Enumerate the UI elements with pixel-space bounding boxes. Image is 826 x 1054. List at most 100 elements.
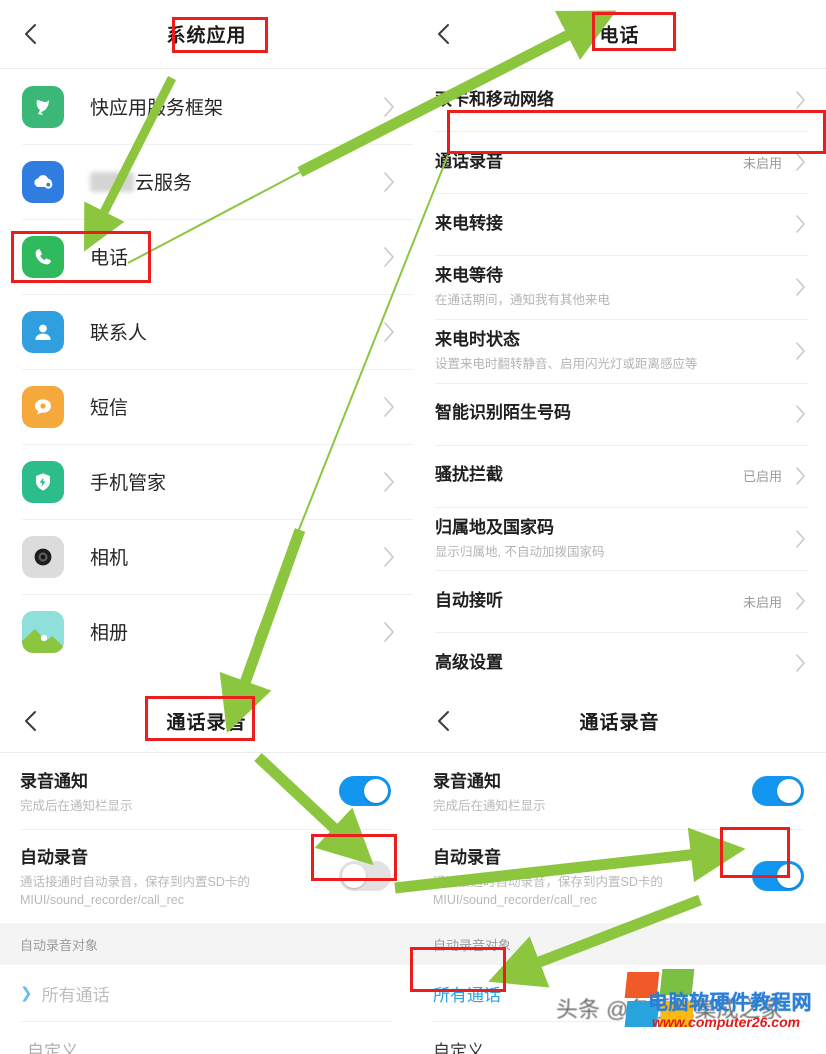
list-item[interactable]: 短信 [0, 369, 413, 444]
list-item[interactable]: 快应用服务框架 [0, 69, 413, 144]
option-all-calls[interactable]: ❯ 所有通话 [0, 965, 413, 1021]
toggle-row-auto-record[interactable]: 自动录音 通话接通时自动录音，保存到内置SD卡的MIUI/sound_recor… [0, 829, 413, 923]
option-custom[interactable]: 自定义 [0, 1021, 413, 1054]
navbar-call-recording-after: 通话录音 [413, 690, 826, 752]
chevron-right-icon [794, 214, 808, 234]
phone-settings-list: 双卡和移动网络 通话录音 未启用 来电转接 来电等待 在通话期间，通知我有其他来… [413, 69, 826, 690]
contacts-icon [22, 310, 64, 353]
list-item-label: 相机 [90, 548, 129, 569]
list-item-label: 相册 [90, 623, 129, 644]
page-title: 通话录音 [166, 712, 247, 734]
option-label: 所有通话 [433, 985, 501, 1005]
record-notification-switch[interactable] [339, 776, 391, 807]
setting-row-call-recording[interactable]: 通话录音 未启用 [413, 131, 826, 193]
setting-title: 来电转接 [435, 213, 503, 233]
list-item-phone[interactable]: 电话 [0, 219, 413, 294]
list-item-label: 短信 [90, 398, 129, 419]
setting-title: 骚扰拦截 [435, 465, 503, 485]
setting-title: 来电等待 [435, 266, 503, 285]
chevron-right-icon: ❯ [20, 985, 33, 1003]
switch-knob [777, 779, 801, 804]
setting-row[interactable]: 双卡和移动网络 [413, 69, 826, 131]
chevron-right-icon [382, 396, 397, 418]
setting-value: 已启用 [742, 469, 782, 485]
toggle-subtitle: 完成后在通知栏显示 [433, 799, 546, 813]
sms-icon [22, 385, 64, 428]
chevron-right-icon [382, 171, 397, 193]
system-apps-list: 快应用服务框架 云服务 电话 联系人 短信 手机管家 相机 相册 [0, 69, 413, 669]
chevron-right-icon [794, 341, 808, 361]
panel-system-apps: 系统应用 快应用服务框架 云服务 电话 联系人 短信 手机管家 相机 相册 [0, 0, 413, 690]
setting-subtitle: 在通话期间，通知我有其他来电 [435, 292, 611, 307]
chevron-right-icon [794, 591, 808, 611]
chevron-right-icon [794, 529, 808, 549]
section-header-auto-record-target: 自动录音对象 [413, 923, 826, 966]
chevron-right-icon [794, 466, 808, 486]
list-item-label: 云服务 [90, 168, 382, 195]
chevron-right-icon [794, 404, 808, 424]
navbar-call-recording-before: 通话录音 [0, 690, 413, 752]
phone-icon [22, 235, 64, 278]
setting-title: 自动接听 [435, 590, 503, 610]
setting-row[interactable]: 高级设置 [413, 632, 826, 690]
chevron-right-icon [794, 90, 808, 110]
page-title: 电话 [599, 25, 640, 47]
toggle-title: 录音通知 [433, 772, 501, 791]
list-item-label: 联系人 [90, 323, 148, 344]
list-item[interactable]: 相机 [0, 519, 413, 594]
list-item[interactable]: 云服务 [0, 144, 413, 219]
navbar-phone-settings: 电话 [413, 0, 826, 68]
list-item[interactable]: 相册 [0, 594, 413, 669]
toggle-row-auto-record[interactable]: 自动录音 通话接通时自动录音，保存到内置SD卡的MIUI/sound_recor… [413, 829, 826, 923]
option-label: 自定义 [433, 1041, 484, 1054]
list-item[interactable]: 联系人 [0, 294, 413, 369]
list-item[interactable]: 手机管家 [0, 444, 413, 519]
switch-knob [342, 864, 366, 889]
setting-row[interactable]: 骚扰拦截 已启用 [413, 444, 826, 507]
security-shield-icon [22, 460, 64, 503]
list-item-label: 电话 [90, 248, 129, 269]
chevron-right-icon [794, 152, 808, 172]
setting-title: 双卡和移动网络 [435, 89, 554, 109]
blurred-brand-mask [90, 172, 134, 192]
page-title: 系统应用 [166, 25, 247, 47]
toggle-row-record-notification[interactable]: 录音通知 完成后在通知栏显示 [0, 753, 413, 829]
cloud-service-icon [22, 160, 64, 203]
auto-record-switch[interactable] [339, 861, 391, 892]
option-label: 所有通话 [41, 985, 110, 1005]
setting-value: 未启用 [742, 594, 782, 610]
switch-knob [364, 779, 388, 804]
setting-subtitle: 设置来电时翻转静音、启用闪光灯或距离感应等 [435, 356, 698, 371]
switch-knob [777, 864, 801, 889]
watermark: 头条 @各系统集成之家 电脑软硬件教程网 www.computer26.com [556, 964, 822, 1050]
toggle-title: 自动录音 [433, 848, 501, 868]
section-header-auto-record-target: 自动录音对象 [0, 923, 413, 966]
setting-title: 通话录音 [435, 151, 503, 171]
page-title: 通话录音 [579, 712, 660, 734]
chevron-right-icon [382, 246, 397, 268]
setting-value: 未启用 [742, 155, 782, 171]
chevron-right-icon [382, 321, 397, 343]
chevron-right-icon [382, 621, 397, 643]
setting-title: 归属地及国家码 [435, 517, 554, 537]
camera-icon [22, 535, 64, 578]
chevron-right-icon [382, 471, 397, 493]
toggle-row-record-notification[interactable]: 录音通知 完成后在通知栏显示 [413, 753, 826, 829]
setting-row[interactable]: 智能识别陌生号码 [413, 382, 826, 445]
panel-call-recording-before: 通话录音 录音通知 完成后在通知栏显示 自动录音 通话接通时自动录音，保存到内置… [0, 690, 413, 1054]
setting-title: 智能识别陌生号码 [435, 403, 571, 423]
setting-row[interactable]: 来电等待 在通话期间，通知我有其他来电 [413, 255, 826, 319]
navbar-system-apps: 系统应用 [0, 0, 413, 68]
setting-row[interactable]: 归属地及国家码 显示归属地, 不自动加拨国家码 [413, 506, 826, 571]
toggle-subtitle: 通话接通时自动录音，保存到内置SD卡的MIUI/sound_recorder/c… [20, 875, 250, 908]
record-notification-switch[interactable] [752, 776, 804, 807]
toggle-title: 录音通知 [20, 772, 88, 791]
list-item-label: 手机管家 [90, 473, 167, 494]
toggle-subtitle: 通话接通时自动录音，保存到内置SD卡的MIUI/sound_recorder/c… [433, 875, 663, 908]
toggle-title: 自动录音 [20, 848, 88, 868]
setting-row[interactable]: 来电转接 [413, 193, 826, 255]
gallery-icon [22, 610, 64, 653]
setting-row[interactable]: 自动接听 未启用 [413, 570, 826, 632]
setting-row[interactable]: 来电时状态 设置来电时翻转静音、启用闪光灯或距离感应等 [413, 318, 826, 383]
auto-record-switch[interactable] [752, 861, 804, 892]
